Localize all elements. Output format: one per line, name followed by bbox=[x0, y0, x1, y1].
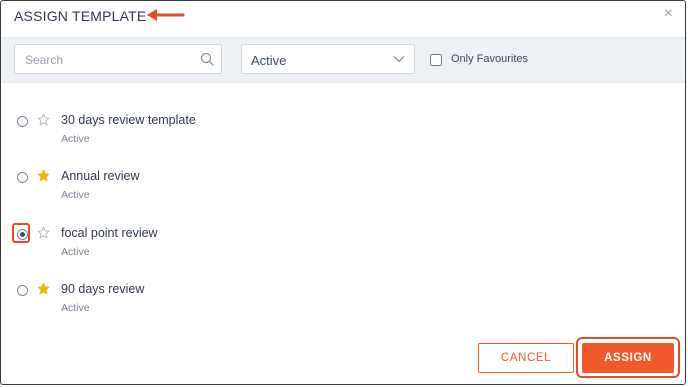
arrow-left-icon bbox=[147, 9, 185, 21]
filter-bar: Active Only Favourites bbox=[1, 37, 685, 83]
cancel-button[interactable]: CANCEL bbox=[478, 343, 574, 373]
list-item[interactable]: 30 days review template Active bbox=[1, 113, 401, 153]
template-radio[interactable] bbox=[17, 285, 28, 296]
status-select-value: Active bbox=[251, 53, 287, 68]
list-item[interactable]: Annual review Active bbox=[1, 169, 401, 209]
only-favourites-label: Only Favourites bbox=[451, 53, 529, 65]
search-input[interactable] bbox=[23, 50, 187, 70]
template-name: 90 days review bbox=[61, 282, 145, 296]
only-favourites-checkbox[interactable] bbox=[430, 54, 442, 66]
template-status: Active bbox=[61, 246, 90, 258]
dialog-header: ASSIGN TEMPLATE × bbox=[1, 1, 685, 32]
chevron-down-icon bbox=[393, 56, 405, 63]
search-field[interactable] bbox=[14, 44, 222, 74]
close-icon[interactable]: × bbox=[664, 6, 673, 22]
list-item[interactable]: 90 days review Active bbox=[1, 282, 401, 322]
search-icon[interactable] bbox=[200, 52, 214, 66]
template-name: Annual review bbox=[61, 169, 140, 183]
dialog-title: ASSIGN TEMPLATE bbox=[14, 8, 147, 24]
list-item[interactable]: focal point review Active bbox=[1, 223, 401, 266]
status-select[interactable]: Active bbox=[241, 44, 415, 74]
template-status: Active bbox=[61, 189, 90, 201]
star-icon[interactable] bbox=[37, 282, 50, 295]
template-radio[interactable] bbox=[17, 172, 28, 183]
template-status: Active bbox=[61, 133, 90, 145]
assign-template-dialog: ASSIGN TEMPLATE × Active Only Favourites bbox=[0, 0, 686, 385]
template-name: focal point review bbox=[61, 226, 158, 240]
star-icon[interactable] bbox=[37, 169, 50, 182]
star-icon[interactable] bbox=[37, 226, 50, 239]
star-icon[interactable] bbox=[37, 113, 50, 126]
template-status: Active bbox=[61, 302, 90, 314]
template-radio-selected[interactable] bbox=[17, 229, 28, 240]
template-radio[interactable] bbox=[17, 116, 28, 127]
assign-button[interactable]: ASSIGN bbox=[582, 343, 674, 373]
template-name: 30 days review template bbox=[61, 113, 196, 127]
